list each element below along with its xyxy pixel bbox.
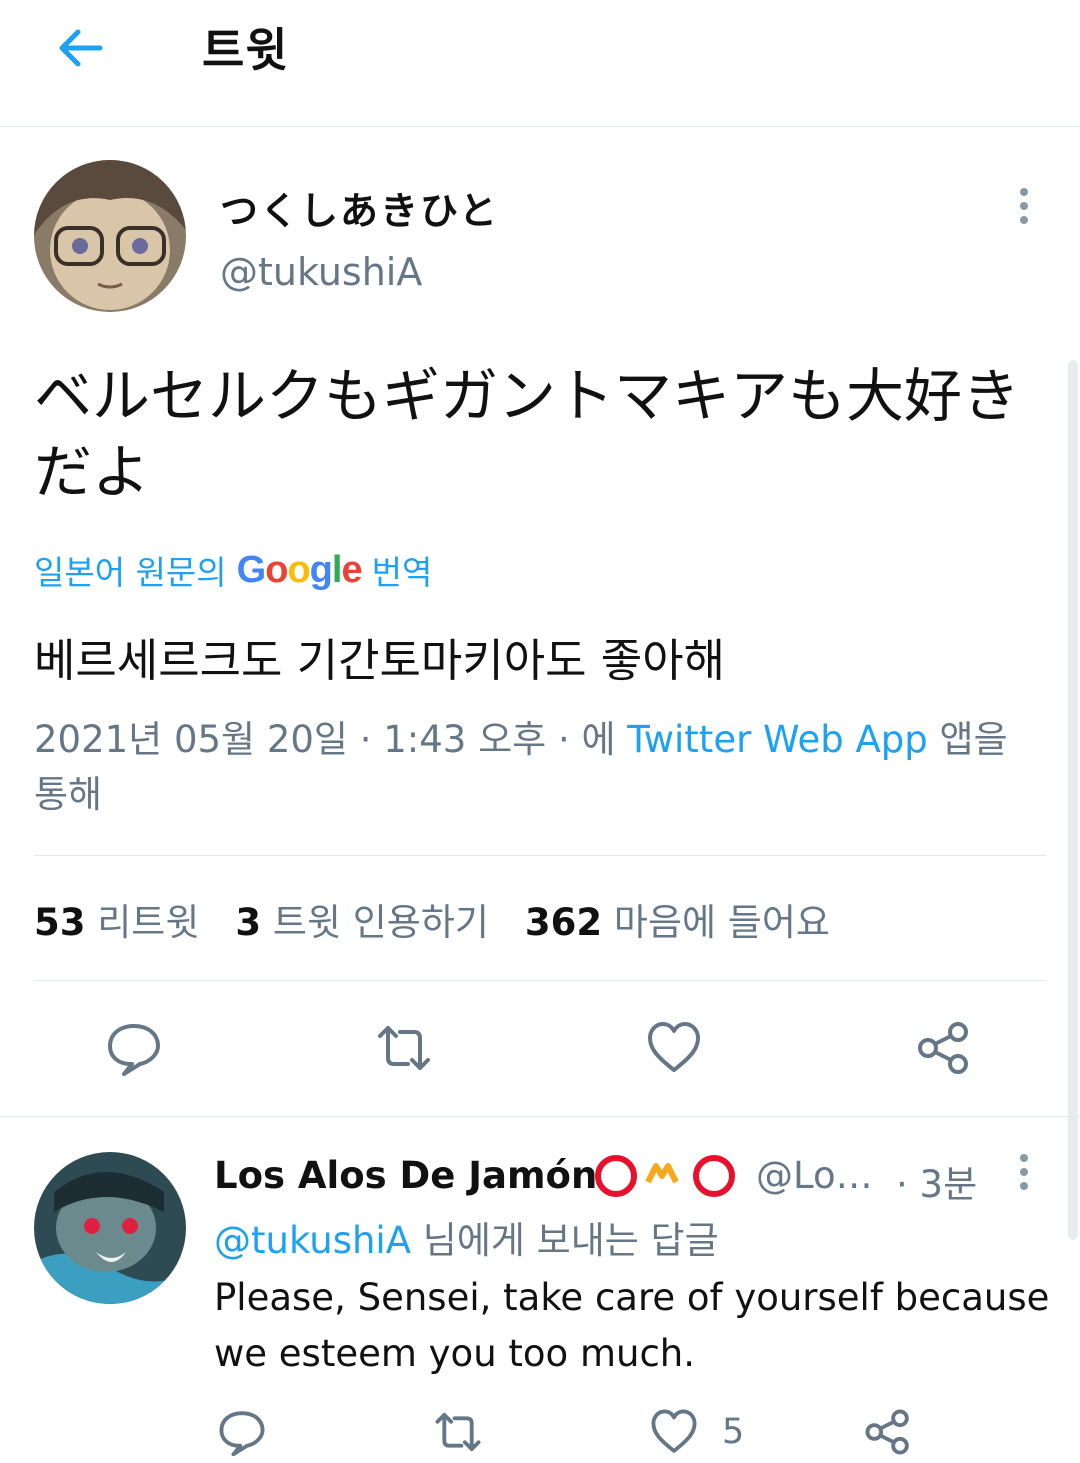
retweet-icon[interactable] xyxy=(376,1020,432,1076)
reply-handle[interactable]: @Lo… xyxy=(756,1154,873,1197)
share-icon[interactable] xyxy=(916,1020,972,1076)
reply-text: Please, Sensei, take care of yourself be… xyxy=(214,1276,1050,1375)
retweets-stat[interactable]: 53 리트윗 xyxy=(34,892,199,946)
page-title: 트윗 xyxy=(202,23,289,77)
like-icon[interactable] xyxy=(646,1020,702,1076)
reply-like-count: 5 xyxy=(722,1412,745,1452)
source-link[interactable]: Twitter Web App xyxy=(627,718,927,761)
tweet-text: ベルセルクもギガントマキアも大好きだよ xyxy=(34,362,1021,506)
replying-to: @tukushiA 님에게 보내는 답글 xyxy=(214,1210,719,1264)
likes-stat[interactable]: 362 마음에 들어요 xyxy=(525,892,830,946)
author-handle[interactable]: @tukushiA xyxy=(220,250,422,294)
tweet-metadata: 2021년 05월 20일 · 1:43 오후 · 에 Twitter Web … xyxy=(34,712,1044,822)
like-icon[interactable] xyxy=(650,1408,698,1456)
scrollbar[interactable] xyxy=(1068,360,1078,1240)
replying-to-label: 님에게 보내는 답글 xyxy=(422,1219,719,1262)
circle-badge-icons xyxy=(595,1155,735,1197)
translated-text: 베르세르크도 기간토마키아도 좋아해 xyxy=(34,634,726,687)
more-vertical-icon[interactable] xyxy=(1004,1152,1044,1192)
quotes-stat[interactable]: 3 트윗 인용하기 xyxy=(235,892,489,946)
replying-to-handle[interactable]: @tukushiA xyxy=(214,1219,411,1262)
top-bar xyxy=(0,0,1080,127)
retweet-icon[interactable] xyxy=(434,1408,482,1456)
divider xyxy=(34,980,1046,981)
share-icon[interactable] xyxy=(864,1408,912,1456)
reply-display-name[interactable]: Los Alos De Jamón xyxy=(214,1154,597,1197)
avatar[interactable] xyxy=(34,160,186,312)
divider xyxy=(34,855,1046,856)
tweet-date: 2021년 05월 20일 · 1:43 오후 · 에 xyxy=(34,718,616,761)
author-display-name[interactable]: つくしあきひと xyxy=(220,180,499,235)
section-divider xyxy=(0,1116,1080,1117)
more-vertical-icon[interactable] xyxy=(1004,186,1044,226)
reply-time: · 3분 xyxy=(896,1163,978,1206)
translation-attribution[interactable]: 일본어 원문의 Google 번역 xyxy=(34,546,432,594)
translate-suffix: 번역 xyxy=(371,553,433,592)
back-arrow-icon[interactable] xyxy=(54,22,106,74)
google-logo: Google xyxy=(236,548,363,591)
reply-icon[interactable] xyxy=(106,1020,162,1076)
tweet-stats: 53 리트윗 3 트윗 인용하기 362 마음에 들어요 xyxy=(34,892,830,946)
reply-icon[interactable] xyxy=(218,1408,266,1456)
reply-avatar[interactable] xyxy=(34,1152,186,1304)
translate-prefix: 일본어 원문의 xyxy=(34,553,227,592)
